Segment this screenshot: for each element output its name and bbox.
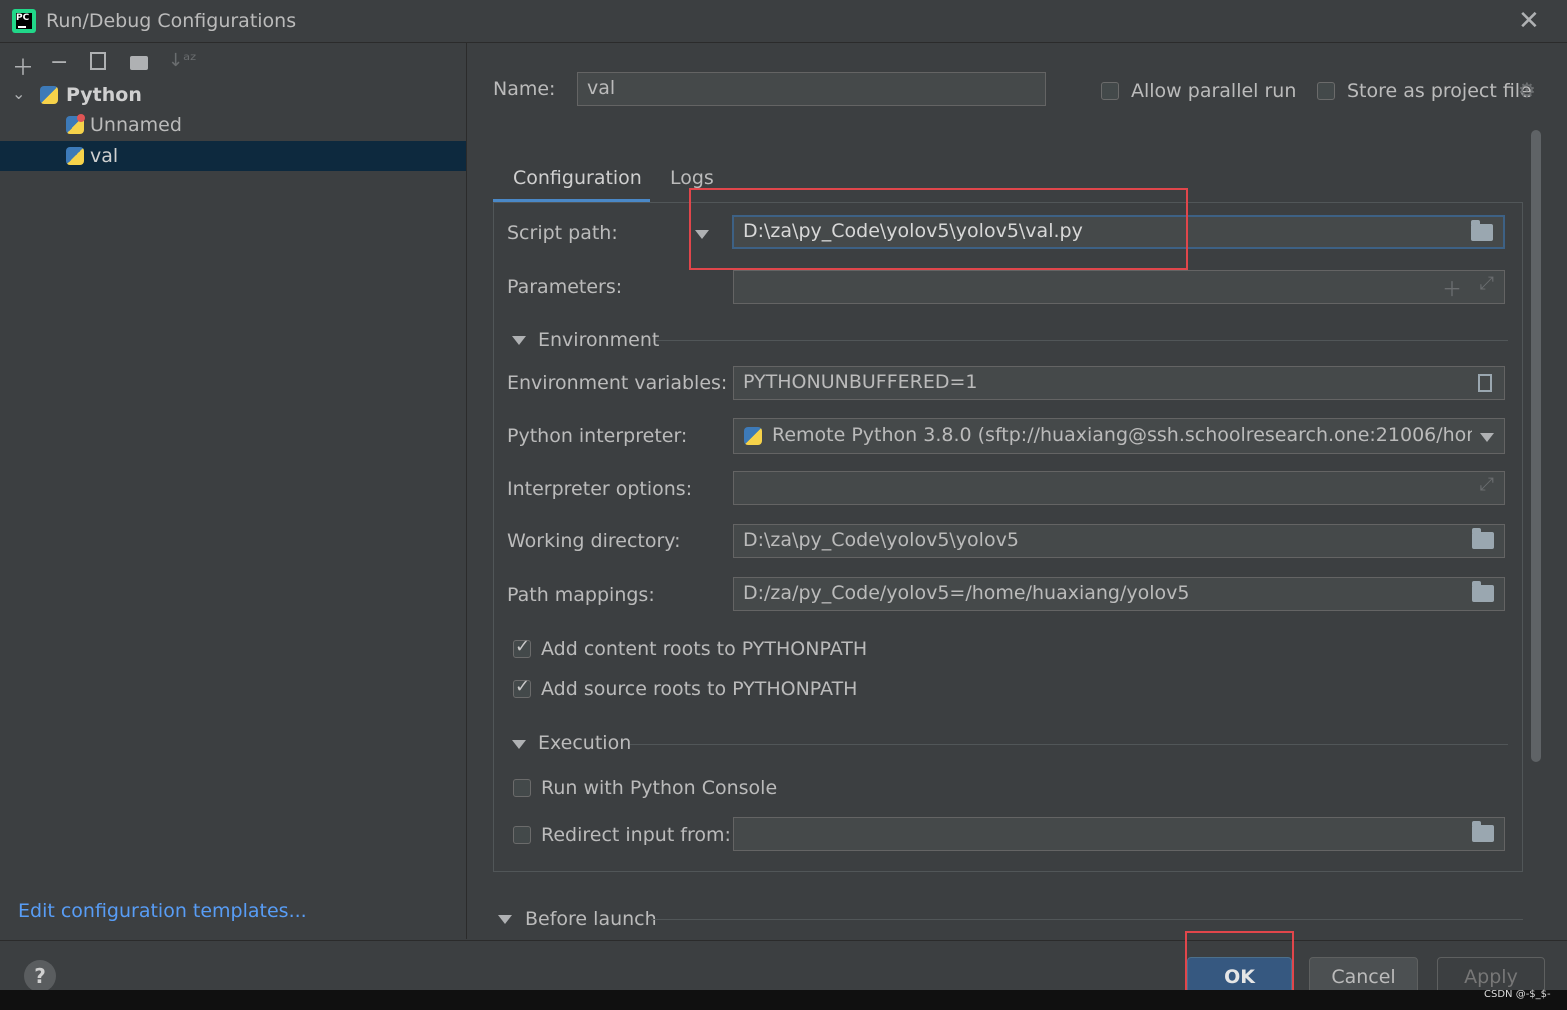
path-mappings-input[interactable]: D:/za/py_Code/yolov5=/home/huaxiang/yolo… [733,577,1505,611]
name-input[interactable]: val [577,72,1046,106]
edit-templates-link[interactable]: Edit configuration templates... [18,900,307,922]
section-divider [651,919,1523,920]
script-path-label: Script path: [507,222,618,244]
interpreter-select[interactable]: Remote Python 3.8.0 (sftp://huaxiang@ssh… [733,418,1505,454]
folder-icon[interactable] [1471,220,1493,241]
tree-item-label: Unnamed [90,114,182,136]
tree-item-label: val [90,145,119,167]
source-roots-label: Add source roots to PYTHONPATH [541,678,858,700]
working-dir-input[interactable]: D:\za\py_Code\yolov5\yolov5 [733,524,1505,558]
python-icon [40,86,58,104]
gear-icon[interactable]: ⚙ [1518,78,1536,102]
python-file-icon [66,147,84,165]
source-roots-checkbox[interactable] [513,676,531,698]
store-project-label: Store as project file [1347,80,1532,102]
copy-icon[interactable] [90,52,106,70]
sort-icon[interactable]: ↓ᵃᶻ [168,50,197,71]
parameters-label: Parameters: [507,276,623,298]
remote-python-icon [744,427,762,445]
remove-icon[interactable]: − [50,50,68,75]
environment-section-title: Environment [538,329,660,351]
name-label: Name: [493,78,556,100]
pycharm-app-icon: PC [12,9,36,33]
config-tree-panel [0,43,467,939]
env-vars-input[interactable]: PYTHONUNBUFFERED=1 [733,366,1505,400]
scrollbar[interactable] [1531,130,1541,762]
folder-add-icon[interactable] [130,56,148,70]
redirect-input-field[interactable] [733,817,1505,851]
before-launch-title: Before launch [525,908,657,930]
working-dir-label: Working directory: [507,530,681,552]
close-icon[interactable]: ✕ [1518,6,1540,36]
error-badge-icon [77,114,85,122]
environment-collapse-icon[interactable] [512,336,526,345]
section-divider [630,744,1508,745]
tree-item-unnamed[interactable]: Unnamed [0,110,466,140]
redirect-input-label: Redirect input from: [541,824,731,846]
content-roots-label: Add content roots to PYTHONPATH [541,638,868,660]
python-console-label: Run with Python Console [541,777,778,799]
tree-group-label: Python [66,84,142,106]
expand-icon[interactable]: ⤢ [1480,273,1494,294]
annotation-highlight-box [1185,931,1294,999]
store-project-checkbox[interactable] [1317,82,1335,100]
document-icon[interactable] [1478,374,1492,392]
section-divider [656,340,1508,341]
folder-icon[interactable] [1472,581,1494,602]
folder-icon[interactable] [1472,821,1494,842]
content-roots-checkbox[interactable] [513,636,531,658]
tab-configuration[interactable]: Configuration [513,167,642,189]
parameters-input[interactable]: ＋ ⤢ [733,270,1505,304]
env-vars-label: Environment variables: [507,372,728,394]
allow-parallel-label: Allow parallel run [1131,80,1297,102]
window-title: Run/Debug Configurations [46,10,297,32]
python-console-checkbox[interactable] [513,779,531,797]
help-button[interactable]: ? [24,960,56,992]
redirect-input-checkbox[interactable] [513,826,531,844]
execution-collapse-icon[interactable] [512,740,526,749]
tree-group-python[interactable]: ⌄ Python [0,80,466,110]
tree-item-val[interactable]: val [0,141,466,171]
interpreter-options-input[interactable]: ⤢ [733,471,1505,505]
tab-logs[interactable]: Logs [670,167,714,189]
path-mappings-label: Path mappings: [507,584,655,606]
before-launch-collapse-icon[interactable] [498,915,512,924]
add-icon[interactable]: ＋ [12,50,34,82]
chevron-down-icon[interactable]: ⌄ [12,79,25,109]
folder-icon[interactable] [1472,528,1494,549]
plus-icon[interactable]: ＋ [1442,273,1462,302]
interpreter-options-label: Interpreter options: [507,478,693,500]
expand-icon[interactable]: ⤢ [1480,474,1494,495]
chevron-down-icon[interactable] [1480,433,1494,442]
interpreter-label: Python interpreter: [507,425,688,447]
os-taskbar [0,990,1567,1010]
annotation-highlight-box [689,188,1188,270]
allow-parallel-checkbox[interactable] [1101,82,1119,100]
execution-section-title: Execution [538,732,632,754]
watermark: CSDN @-$_$- [1484,989,1551,1000]
